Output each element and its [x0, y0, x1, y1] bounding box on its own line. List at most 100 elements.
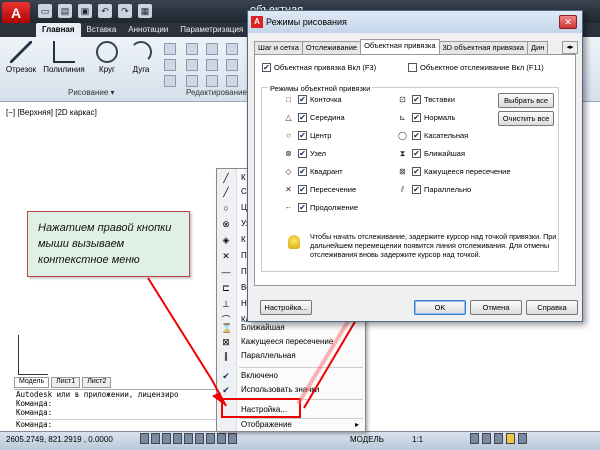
- quadrant-checkbox[interactable]: ✔: [298, 167, 307, 176]
- panel-draw-label[interactable]: Рисование ▾: [68, 88, 115, 97]
- options-button[interactable]: Настройка...: [260, 300, 312, 315]
- mirror-icon[interactable]: [206, 59, 218, 71]
- otrack-on-checkbox[interactable]: [408, 63, 417, 72]
- menu-item-nearest[interactable]: ⌛ Ближайшая: [217, 321, 365, 335]
- move-icon[interactable]: [186, 43, 198, 55]
- otrack-on-label: Объектное отслеживание Вкл (F11): [420, 63, 544, 72]
- extension-checkbox[interactable]: ✔: [298, 203, 307, 212]
- status-toggles: [140, 433, 237, 444]
- tab-insert[interactable]: Вставка: [81, 23, 123, 38]
- menu-item-label: П: [241, 267, 247, 276]
- clear-all-button[interactable]: Очистить все: [498, 111, 554, 126]
- menu-item-apparent-intersection[interactable]: ⊠ Кажущееся пересечение: [217, 335, 365, 349]
- menu-item-label: Ближайшая: [241, 323, 285, 332]
- redo-icon[interactable]: ↷: [118, 4, 132, 18]
- ucs-icon: [18, 335, 48, 375]
- fillet-icon[interactable]: [226, 59, 238, 71]
- parallel-checkbox[interactable]: ✔: [412, 185, 421, 194]
- polar-icon[interactable]: [173, 433, 182, 444]
- menu-item-enabled[interactable]: ✔ Включено: [217, 369, 365, 383]
- help-button[interactable]: Справка: [526, 300, 578, 315]
- annotation-scale[interactable]: 1:1: [412, 435, 423, 444]
- ok-button[interactable]: OK: [414, 300, 466, 315]
- clean-screen-icon[interactable]: [518, 433, 527, 444]
- copy-icon[interactable]: [186, 59, 198, 71]
- lock-icon[interactable]: [494, 433, 503, 444]
- dialog-title-bar[interactable]: A Режимы рисования: [248, 11, 582, 33]
- snap-mode-icon[interactable]: [140, 433, 149, 444]
- menu-item-display[interactable]: Отображение ▸: [217, 418, 365, 432]
- line-button[interactable]: Отрезок: [4, 41, 38, 74]
- stretch-icon[interactable]: [186, 75, 198, 87]
- tab-snap-grid[interactable]: Шаг и сетка: [254, 41, 303, 55]
- insertion-checkbox[interactable]: ✔: [412, 95, 421, 104]
- extension-icon: —: [221, 267, 231, 277]
- trim-icon[interactable]: [226, 43, 238, 55]
- menu-item-label: К: [241, 235, 246, 244]
- otrack-icon[interactable]: [195, 433, 204, 444]
- center-icon: ○: [223, 203, 229, 213]
- tangent-checkbox[interactable]: ✔: [412, 131, 421, 140]
- arc-button[interactable]: Дуга: [124, 41, 158, 74]
- draw-tool-icon[interactable]: [164, 43, 176, 55]
- dyn-icon[interactable]: [217, 433, 226, 444]
- select-all-button[interactable]: Выбрать все: [498, 93, 554, 108]
- osnap-icon[interactable]: [184, 433, 193, 444]
- polyline-button[interactable]: Полилиния: [42, 41, 86, 74]
- model-space-toggle[interactable]: МОДЕЛЬ: [350, 435, 384, 444]
- nearest-checkbox[interactable]: ✔: [412, 149, 421, 158]
- intersection-checkbox[interactable]: ✔: [298, 185, 307, 194]
- menu-item-label: Использовать значки: [241, 385, 320, 394]
- perpendicular-checkbox[interactable]: ✔: [412, 113, 421, 122]
- node-checkbox[interactable]: ✔: [298, 149, 307, 158]
- lineweight-icon[interactable]: [228, 433, 237, 444]
- light-bulb-icon[interactable]: [506, 433, 515, 444]
- application-menu-button[interactable]: A: [2, 2, 30, 24]
- scale-icon[interactable]: [206, 75, 218, 87]
- nearest-icon: ⧗: [399, 149, 406, 158]
- array-icon[interactable]: [226, 75, 238, 87]
- apparent-intersection-icon: ⊠: [399, 167, 406, 176]
- apparent-intersection-checkbox[interactable]: ✔: [412, 167, 421, 176]
- tab-home[interactable]: Главная: [36, 23, 81, 38]
- viewport-controls[interactable]: [−] [Верхняя] [2D каркас]: [6, 108, 97, 117]
- center-checkbox[interactable]: ✔: [298, 131, 307, 140]
- midpoint-checkbox[interactable]: ✔: [298, 113, 307, 122]
- grid-icon[interactable]: [151, 433, 160, 444]
- undo-icon[interactable]: ↶: [98, 4, 112, 18]
- midpoint-icon: ╱: [223, 187, 229, 197]
- tab-layout2[interactable]: Лист2: [82, 377, 112, 388]
- draw-tool-icon[interactable]: [164, 75, 176, 87]
- tab-polar-tracking[interactable]: Отслеживание: [301, 41, 362, 55]
- tab-scroll-icon[interactable]: ◂▸: [562, 41, 578, 54]
- osnap-on-checkbox[interactable]: ✔: [262, 63, 271, 72]
- annotation-visibility-icon[interactable]: [470, 433, 479, 444]
- endpoint-checkbox[interactable]: ✔: [298, 95, 307, 104]
- tab-object-snap[interactable]: Объектная привязка: [360, 39, 440, 55]
- open-file-icon[interactable]: ▤: [58, 4, 72, 18]
- save-icon[interactable]: ▣: [78, 4, 92, 18]
- quick-access-toolbar: ▭ ▤ ▣ ↶ ↷ ▦: [38, 4, 238, 20]
- tab-model[interactable]: Модель: [14, 377, 50, 388]
- tab-3d-object-snap[interactable]: 3D объектная привязка: [438, 41, 528, 55]
- draw-tool-icon[interactable]: [164, 59, 176, 71]
- tab-annotate[interactable]: Аннотации: [122, 23, 174, 38]
- tab-parametric[interactable]: Параметризация: [174, 23, 249, 38]
- perpendicular-icon: ⊾: [399, 113, 406, 122]
- panel-modify-label[interactable]: Редактирование: [186, 88, 247, 97]
- close-icon[interactable]: ✕: [559, 15, 577, 29]
- print-icon[interactable]: ▦: [138, 4, 152, 18]
- rotate-icon[interactable]: [206, 43, 218, 55]
- tab-layout1[interactable]: Лист1: [51, 377, 81, 388]
- insertion-icon: ⊡: [399, 95, 406, 104]
- cancel-button[interactable]: Отмена: [470, 300, 522, 315]
- workspace-icon[interactable]: [482, 433, 491, 444]
- ortho-icon[interactable]: [162, 433, 171, 444]
- tab-dynamic-input[interactable]: Дин: [526, 41, 549, 55]
- circle-button[interactable]: Круг: [90, 41, 124, 74]
- ducs-icon[interactable]: [206, 433, 215, 444]
- menu-item-use-icons[interactable]: ✔ Использовать значки: [217, 383, 365, 397]
- menu-item-label: Параллельная: [241, 351, 296, 360]
- new-file-icon[interactable]: ▭: [38, 4, 52, 18]
- menu-item-parallel[interactable]: ∥ Параллельная: [217, 349, 365, 363]
